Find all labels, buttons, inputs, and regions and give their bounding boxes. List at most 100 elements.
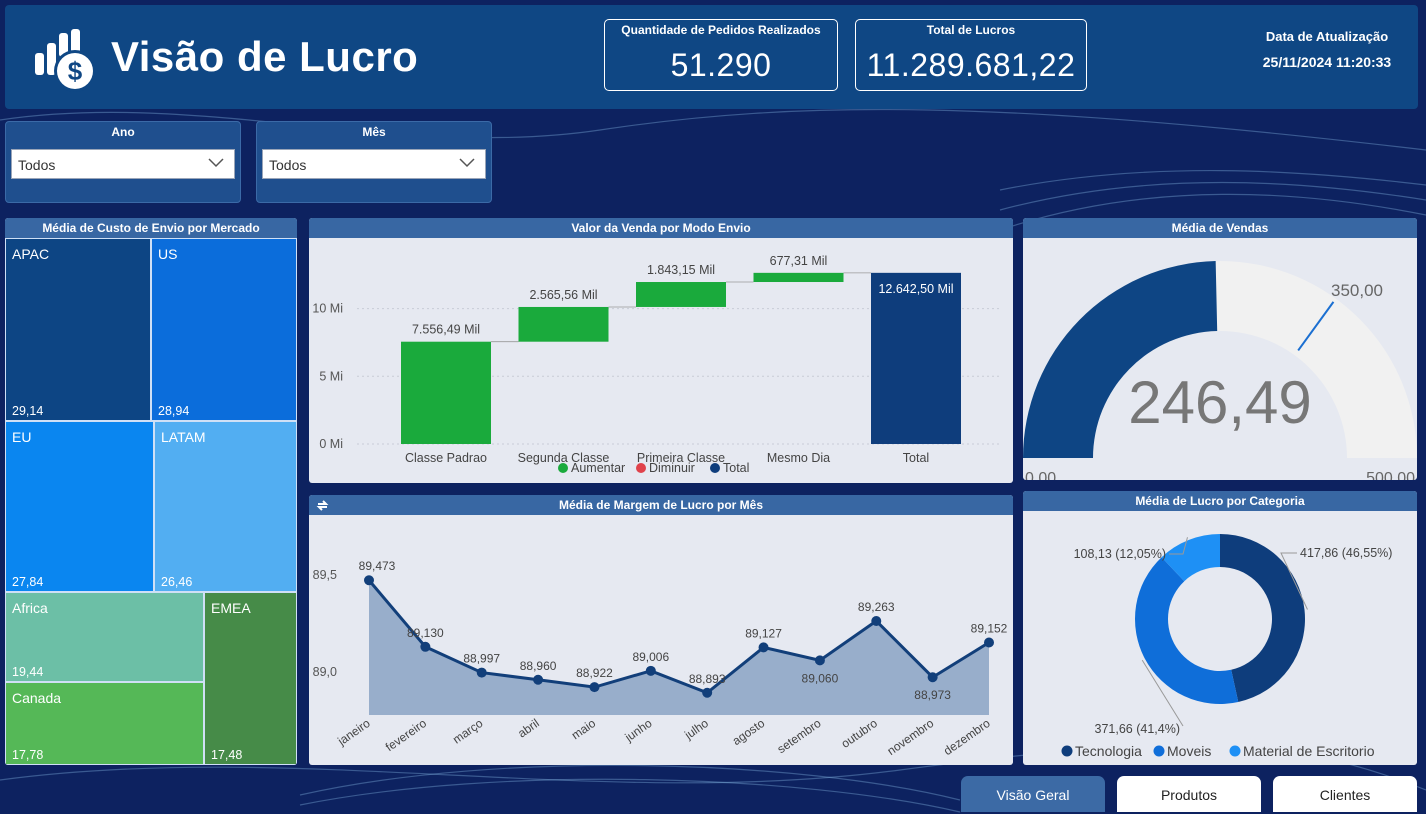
treemap-cell-value: 29,14 (12, 404, 44, 418)
treemap-cell-value: 17,48 (211, 748, 243, 762)
drill-icon[interactable] (315, 498, 330, 513)
treemap-cell-name: LATAM (161, 429, 206, 445)
treemap-cell-value: 26,46 (161, 575, 193, 589)
treemap-cell-eu[interactable]: EU 27,84 (5, 421, 154, 592)
donut-slice (1135, 557, 1239, 704)
kpi-orders-value: 51.290 (670, 47, 772, 83)
month-dropdown[interactable]: Todos (262, 149, 486, 179)
treemap-cell-value: 27,84 (12, 575, 44, 589)
line-title: Média de Margem de Lucro por Mês (558, 498, 764, 512)
legend-label: Material de Escritorio (1243, 743, 1375, 759)
data-label: 89,473 (359, 559, 396, 573)
x-tick-label: setembro (775, 716, 824, 756)
data-label: 88,997 (463, 652, 500, 666)
treemap-cell-name: US (158, 246, 178, 262)
data-label: 371,66 (41,4%) (1095, 722, 1180, 736)
treemap-cell-value: 19,44 (12, 665, 44, 679)
svg-text:$: $ (68, 56, 83, 86)
money-chart-icon: $ (35, 29, 96, 92)
data-label: 89,006 (632, 650, 669, 664)
header-bar: $ Visão de Lucro Quantidade de Pedidos R… (5, 5, 1418, 109)
tab-visao-geral[interactable]: Visão Geral (961, 776, 1105, 812)
data-label: 7.556,49 Mil (412, 323, 480, 337)
waterfall-panel: Valor da Venda por Modo Envio 0 Mi 5 Mi 10… (309, 218, 1013, 483)
treemap-area: APAC 29,14 US 28,94 EU 27,84 LATAM 26,46… (5, 238, 297, 765)
data-label: 417,86 (46,55%) (1300, 546, 1392, 560)
gauge-max-label: 500,00 (1366, 470, 1415, 480)
x-tick-label: dezembro (941, 716, 993, 758)
data-label: 89,152 (971, 622, 1008, 636)
legend-marker (1153, 745, 1165, 757)
treemap-cell-africa[interactable]: Africa 19,44 (5, 592, 204, 682)
data-label: 88,960 (520, 659, 557, 673)
data-point (533, 674, 544, 685)
year-dropdown[interactable]: Todos (11, 149, 235, 179)
year-dropdown-value: Todos (18, 157, 56, 173)
year-filter-label: Ano (111, 125, 135, 139)
x-tick-label: Total (903, 451, 929, 465)
data-label: 89,060 (802, 671, 839, 685)
data-point (984, 637, 994, 648)
data-point (364, 575, 374, 586)
kpi-orders-card: Quantidade de Pedidos Realizados 51.290 (604, 19, 838, 91)
data-point (758, 642, 769, 653)
gauge-panel: Média de Vendas 350,00 246,49 0,00 500,00 (1023, 218, 1417, 480)
gauge-chart: 350,00 246,49 0,00 500,00 (1023, 261, 1417, 480)
donut-title: Média de Lucro por Categoria (1023, 491, 1417, 511)
gauge-title: Média de Vendas (1023, 218, 1417, 238)
data-label: 108,13 (12,05%) (1074, 547, 1166, 561)
waterfall-bar (636, 282, 726, 307)
treemap-cell-name: APAC (12, 246, 50, 262)
data-point (645, 665, 656, 676)
treemap-cell-canada[interactable]: Canada 17,78 (5, 682, 204, 765)
treemap-cell-name: Africa (12, 600, 48, 616)
update-label: Data de Atualização (1265, 29, 1389, 44)
x-tick-label: Classe Padrao (405, 451, 487, 465)
treemap-cell-emea[interactable]: EMEA 17,48 (204, 592, 297, 765)
legend-label: Tecnologia (1075, 743, 1142, 759)
chevron-down-icon (208, 158, 224, 168)
legend-marker (710, 463, 720, 473)
data-point (927, 672, 938, 683)
month-filter: Mês Todos (256, 121, 492, 203)
gauge-target-label: 350,00 (1331, 281, 1383, 300)
legend-marker (558, 463, 568, 473)
kpi-profit-card: Total de Lucros 11.289.681,22 (855, 19, 1087, 91)
treemap-cell-value: 28,94 (158, 404, 190, 418)
data-label: 1.843,15 Mil (647, 263, 715, 277)
data-label: 2.565,56 Mil (529, 288, 597, 302)
y-tick-label: 10 Mi (312, 302, 343, 316)
data-label: 89,130 (407, 626, 444, 640)
x-tick-label: maio (569, 716, 599, 743)
kpi-profit-value: 11.289.681,22 (866, 47, 1076, 83)
x-tick-label: agosto (730, 716, 768, 748)
data-point (871, 615, 882, 626)
line-chart: 89,5 89,0 89,473 janeiro 89,130 fevereiro 88,9… (313, 559, 1008, 758)
tab-clientes[interactable]: Clientes (1273, 776, 1417, 812)
data-point (814, 655, 825, 666)
treemap-panel: Média de Custo de Envio por Mercado APAC… (5, 218, 297, 765)
kpi-orders-label: Quantidade de Pedidos Realizados (621, 23, 821, 37)
data-point (589, 682, 600, 693)
treemap-cell-apac[interactable]: APAC 29,14 (5, 238, 151, 421)
month-dropdown-value: Todos (269, 157, 307, 173)
area-fill (369, 580, 989, 715)
tab-produtos[interactable]: Produtos (1117, 776, 1261, 812)
x-tick-label: outubro (839, 716, 881, 751)
legend-label: Total (723, 461, 749, 475)
treemap-cell-latam[interactable]: LATAM 26,46 (154, 421, 297, 592)
line-title-bar: Média de Margem de Lucro por Mês (309, 495, 1013, 515)
chevron-down-icon (459, 158, 475, 168)
waterfall-bar (518, 306, 609, 342)
line-panel: Média de Margem de Lucro por Mês 89,5 89,… (309, 495, 1013, 765)
data-point (420, 641, 431, 652)
treemap-cell-value: 17,78 (12, 748, 44, 762)
donut-slice (1220, 534, 1305, 703)
treemap-cell-us[interactable]: US 28,94 (151, 238, 297, 421)
data-label: 677,31 Mil (770, 254, 828, 268)
data-label: 88,922 (576, 666, 613, 680)
treemap-cell-name: Canada (12, 690, 62, 706)
x-tick-label: janeiro (334, 716, 373, 749)
data-label: 88,893 (689, 672, 726, 686)
x-tick-label: fevereiro (383, 716, 430, 754)
